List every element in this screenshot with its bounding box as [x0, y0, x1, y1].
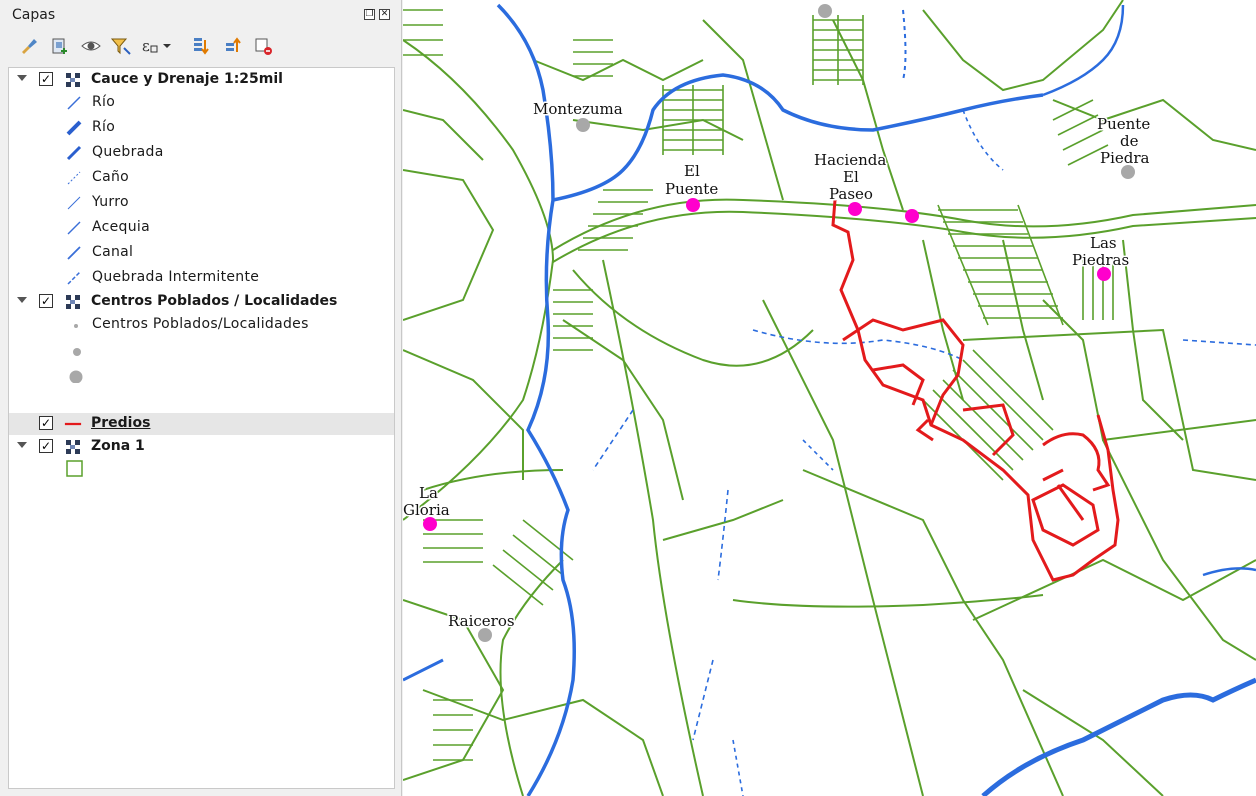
subdivision-blocks [403, 9, 1114, 761]
label-hacienda-1: Hacienda [814, 151, 886, 169]
label-hacienda-2: El [843, 168, 859, 186]
label-puente-piedra-1: Puente [1097, 115, 1150, 133]
layer-name: Cauce y Drenaje 1:25mil [91, 71, 283, 87]
filter-expression-icon[interactable]: ε [140, 33, 174, 59]
expand-arrow-icon[interactable] [17, 442, 27, 448]
layer-name: Predios [91, 415, 151, 431]
place-point-puente-de-piedra[interactable] [1121, 165, 1135, 179]
legend-item [9, 339, 394, 361]
map-svg[interactable]: Montezuma El Puente Hacienda El Paseo Pu… [403, 0, 1256, 796]
legend-item: Centros Poblados/Localidades [9, 314, 394, 336]
place-point-top[interactable] [818, 4, 832, 18]
label-las-piedras-2: Piedras [1072, 251, 1129, 269]
medium-dot-symbol-icon [73, 348, 81, 356]
filter-legend-icon[interactable] [108, 33, 134, 59]
legend-item [9, 459, 394, 481]
eye-visibility-icon[interactable] [78, 33, 104, 59]
place-point-la-gloria[interactable] [423, 517, 437, 531]
vector-layer-icon [66, 295, 80, 309]
label-raiceros: Raiceros [448, 612, 515, 630]
collapse-all-icon[interactable] [220, 33, 246, 59]
layers-panel: Capas ❐ ✕ ε ✓ Cauce y Drenaje 1:25mil Rí… [0, 0, 402, 796]
place-point-montezuma[interactable] [576, 118, 590, 132]
polygon-outline-symbol-icon [66, 460, 83, 477]
panel-header: Capas ❐ ✕ [0, 0, 400, 32]
canal-line-symbol-icon [67, 246, 81, 260]
layer-tree: ✓ Cauce y Drenaje 1:25mil Río Río Quebra… [8, 67, 395, 789]
remove-layer-icon[interactable] [250, 33, 276, 59]
layers-toolbar: ε [12, 33, 392, 61]
stream-line-symbol-icon [66, 145, 82, 161]
legend-item: Caño [9, 167, 394, 189]
label-la-gloria-2: Gloria [403, 501, 450, 519]
vector-layer-icon [66, 73, 80, 87]
panel-title: Capas [12, 7, 56, 23]
layer-name: Zona 1 [91, 438, 145, 454]
map-canvas[interactable]: Montezuma El Puente Hacienda El Paseo Pu… [403, 0, 1256, 796]
populated-places [423, 4, 1135, 642]
legend-item: Yurro [9, 192, 394, 214]
thin-line-symbol-icon [67, 196, 81, 210]
close-icon[interactable]: ✕ [379, 9, 390, 20]
legend-item: Río [9, 117, 394, 139]
expand-arrow-icon[interactable] [17, 75, 27, 81]
label-puente-piedra-3: Piedra [1100, 149, 1150, 167]
legend-item [9, 364, 394, 386]
expand-all-icon[interactable] [188, 33, 214, 59]
river-line-symbol-icon [67, 96, 81, 110]
label-el-puente-1: El [684, 162, 700, 180]
expand-arrow-icon[interactable] [17, 297, 27, 303]
legend-item: Acequia [9, 217, 394, 239]
layer-predios[interactable]: ✓ Predios [9, 413, 394, 435]
add-group-icon[interactable] [46, 33, 72, 59]
place-point-el-puente[interactable] [686, 198, 700, 212]
legend-item: Quebrada [9, 142, 394, 164]
float-panel-icon[interactable]: ❐ [364, 9, 375, 20]
layer-checkbox[interactable]: ✓ [39, 439, 53, 453]
label-el-puente-2: Puente [665, 180, 718, 198]
style-brush-icon[interactable] [16, 33, 42, 59]
intermittent-line-symbol-icon [67, 271, 81, 285]
large-dot-symbol-icon [69, 370, 83, 383]
layer-name: Centros Poblados / Localidades [91, 293, 338, 309]
place-point-hacienda-el-paseo[interactable] [848, 202, 862, 216]
legend-item: Río [9, 92, 394, 114]
small-dot-symbol-icon [74, 324, 78, 328]
label-puente-piedra-2: de [1120, 132, 1139, 150]
layer-checkbox[interactable]: ✓ [39, 416, 53, 430]
label-las-piedras-1: Las [1090, 234, 1117, 252]
layer-group-cauce[interactable]: ✓ Cauce y Drenaje 1:25mil [9, 69, 394, 91]
red-line-symbol-icon [64, 422, 82, 426]
river-thick-line-symbol-icon [66, 120, 82, 136]
label-montezuma: Montezuma [533, 100, 623, 118]
layer-checkbox[interactable]: ✓ [39, 72, 53, 86]
dashed-line-symbol-icon [67, 171, 81, 185]
legend-item: Quebrada Intermitente [9, 267, 394, 289]
canal-line-symbol-icon [67, 221, 81, 235]
label-la-gloria-1: La [419, 484, 438, 502]
svg-text:ε: ε [142, 37, 150, 55]
layer-group-zona[interactable]: ✓ Zona 1 [9, 436, 394, 458]
place-point-unnamed[interactable] [905, 209, 919, 223]
layer-group-centros[interactable]: ✓ Centros Poblados / Localidades [9, 291, 394, 313]
label-hacienda-3: Paseo [829, 185, 873, 203]
legend-item: Canal [9, 242, 394, 264]
vector-layer-icon [66, 440, 80, 454]
layer-checkbox[interactable]: ✓ [39, 294, 53, 308]
place-point-raiceros[interactable] [478, 628, 492, 642]
place-point-las-piedras[interactable] [1097, 267, 1111, 281]
